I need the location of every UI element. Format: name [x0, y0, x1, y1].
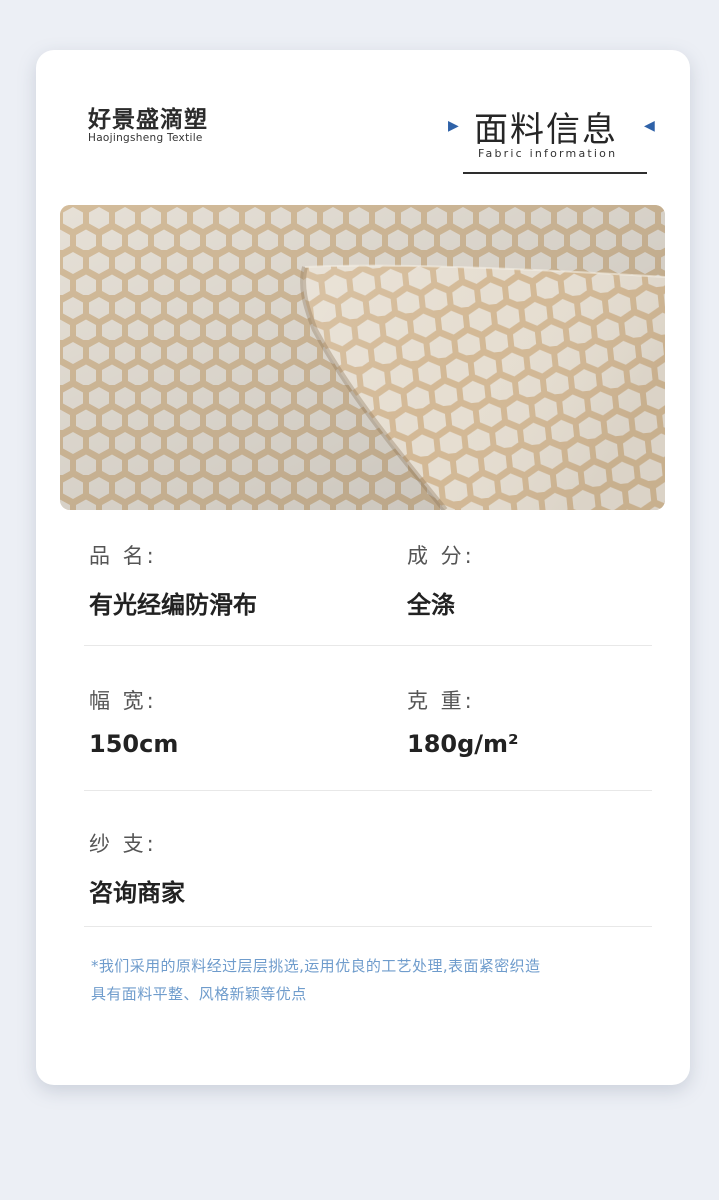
- footnote-line-2: 具有面料平整、风格新颖等优点: [91, 985, 307, 1003]
- spec-composition-value: 全涤: [407, 591, 455, 619]
- spec-yarn-value: 咨询商家: [89, 879, 185, 907]
- brand-name-en: Haojingsheng Textile: [88, 132, 203, 144]
- spec-yarn: 纱 支: 咨询商家: [89, 828, 185, 908]
- spec-width: 幅 宽: 150cm: [89, 685, 178, 758]
- spec-composition: 成 分: 全涤: [407, 540, 475, 620]
- fabric-hex-pattern: [60, 205, 665, 510]
- title-underline: [463, 172, 647, 174]
- divider: [84, 790, 652, 791]
- spec-width-label: 幅 宽:: [89, 689, 157, 713]
- spec-composition-label: 成 分:: [407, 544, 475, 568]
- divider: [84, 926, 652, 927]
- spec-name-label: 品 名:: [89, 544, 157, 568]
- page-subtitle: Fabric information: [478, 147, 618, 160]
- spec-weight: 克 重: 180g/m²: [407, 685, 519, 758]
- brand-name-cn: 好景盛滴塑: [88, 107, 208, 133]
- fabric-image: [60, 205, 665, 510]
- section-title: ▶ 面料信息 ◀ Fabric information: [448, 102, 663, 174]
- triangle-right-icon: ▶: [448, 118, 459, 134]
- footnote: *我们采用的原料经过层层挑选,运用优良的工艺处理,表面紧密织造 具有面料平整、风…: [91, 952, 631, 1008]
- spec-name-value: 有光经编防滑布: [89, 591, 257, 619]
- spec-yarn-label: 纱 支:: [89, 832, 157, 856]
- triangle-left-icon: ◀: [644, 118, 655, 134]
- spec-width-value: 150cm: [89, 730, 179, 758]
- divider: [84, 645, 652, 646]
- footnote-line-1: *我们采用的原料经过层层挑选,运用优良的工艺处理,表面紧密织造: [91, 957, 541, 975]
- spec-weight-value: 180g/m²: [407, 730, 519, 758]
- spec-weight-label: 克 重:: [407, 689, 475, 713]
- page-title: 面料信息: [474, 110, 618, 150]
- spec-name: 品 名: 有光经编防滑布: [89, 540, 257, 620]
- fabric-info-card: 好景盛滴塑 Haojingsheng Textile ▶ 面料信息 ◀ Fabr…: [36, 50, 690, 1085]
